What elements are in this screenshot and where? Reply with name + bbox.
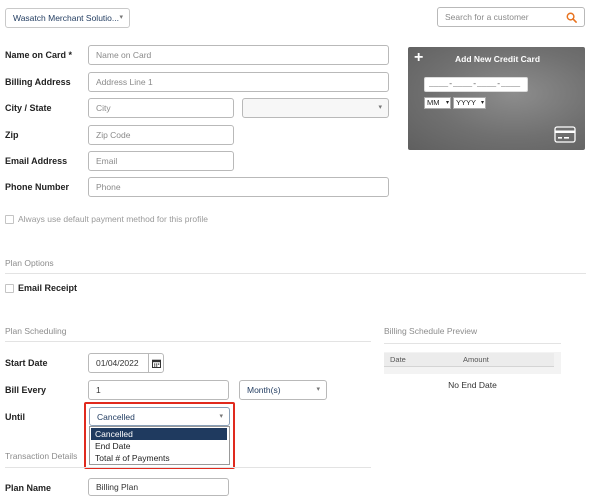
email-receipt-label: Email Receipt: [18, 283, 78, 293]
billing-preview-title: Billing Schedule Preview: [384, 326, 478, 336]
col-amount-header: Amount: [463, 355, 489, 364]
plan-name-label: Plan Name: [5, 483, 52, 493]
expiry-month-value: MM: [427, 98, 440, 107]
default-payment-checkbox[interactable]: [5, 215, 14, 224]
expiry-month-select[interactable]: MM ▾: [424, 97, 451, 109]
phone-input[interactable]: Phone: [88, 177, 389, 197]
email-input[interactable]: Email: [88, 151, 234, 171]
until-select-value: Cancelled: [97, 412, 135, 422]
email-receipt-checkbox[interactable]: [5, 284, 14, 293]
zip-label: Zip: [5, 130, 19, 140]
plan-scheduling-title: Plan Scheduling: [5, 326, 67, 336]
zip-input[interactable]: Zip Code: [88, 125, 234, 145]
chevron-down-icon: ▾: [378, 104, 382, 111]
name-on-card-label: Name on Card *: [5, 50, 73, 60]
search-icon: [566, 12, 577, 23]
merchant-select[interactable]: Wasatch Merchant Solutio... ▾: [5, 8, 130, 28]
card-number-input[interactable]: ____-____-____-____: [424, 77, 528, 92]
city-input[interactable]: City: [88, 98, 234, 118]
until-label: Until: [5, 412, 25, 422]
divider: [384, 343, 561, 344]
credit-card-icon: [554, 126, 576, 143]
col-date-header: Date: [390, 355, 406, 364]
until-options-list: Cancelled End Date Total # of Payments: [89, 426, 230, 465]
default-payment-label: Always use default payment method for th…: [18, 214, 208, 224]
until-option-total-payments[interactable]: Total # of Payments: [91, 452, 227, 464]
add-card-title: Add New Credit Card: [455, 54, 541, 64]
city-state-label: City / State: [5, 103, 52, 113]
divider: [5, 467, 371, 468]
divider: [5, 341, 371, 342]
calendar-button[interactable]: [148, 353, 164, 373]
chevron-down-icon: ▾: [219, 413, 223, 420]
phone-number-label: Phone Number: [5, 182, 70, 192]
bill-every-label: Bill Every: [5, 385, 47, 395]
expiry-year-select[interactable]: YYYY ▾: [453, 97, 486, 109]
chevron-down-icon: ▾: [445, 100, 449, 106]
interval-select[interactable]: Month(s) ▾: [239, 380, 327, 400]
address-line1-input[interactable]: Address Line 1: [88, 72, 389, 92]
card-number-placeholder: ____-____-____-____: [429, 80, 521, 89]
add-credit-card-panel: + Add New Credit Card ____-____-____-___…: [408, 47, 585, 150]
name-on-card-input[interactable]: Name on Card: [88, 45, 389, 65]
until-option-cancelled[interactable]: Cancelled: [91, 428, 227, 440]
email-address-label: Email Address: [5, 156, 68, 166]
start-date-label: Start Date: [5, 358, 48, 368]
expiry-year-value: YYYY: [456, 98, 477, 107]
merchant-select-value: Wasatch Merchant Solutio...: [13, 13, 119, 23]
bill-every-input[interactable]: 1: [88, 380, 229, 400]
transaction-details-title: Transaction Details: [5, 451, 78, 461]
billing-preview-header-row: Date Amount: [384, 353, 554, 367]
billing-preview-header: Date Amount: [384, 352, 561, 374]
plan-options-title: Plan Options: [5, 258, 54, 268]
state-select[interactable]: ▾: [242, 98, 389, 118]
search-placeholder: Search for a customer: [445, 12, 529, 22]
until-select[interactable]: Cancelled ▾: [89, 407, 230, 426]
calendar-icon: [152, 359, 161, 368]
chevron-down-icon: ▾: [119, 14, 123, 21]
divider: [5, 273, 586, 274]
billing-preview-empty: No End Date: [448, 380, 497, 390]
plus-icon[interactable]: +: [414, 49, 423, 67]
chevron-down-icon: ▾: [480, 100, 484, 106]
start-date-input[interactable]: 01/04/2022: [88, 353, 149, 373]
chevron-down-icon: ▾: [316, 386, 320, 393]
plan-name-input[interactable]: Billing Plan: [88, 478, 229, 496]
billing-address-label: Billing Address: [5, 77, 71, 87]
interval-select-value: Month(s): [247, 385, 281, 395]
until-option-end-date[interactable]: End Date: [91, 440, 227, 452]
customer-search-input[interactable]: Search for a customer: [437, 7, 585, 27]
